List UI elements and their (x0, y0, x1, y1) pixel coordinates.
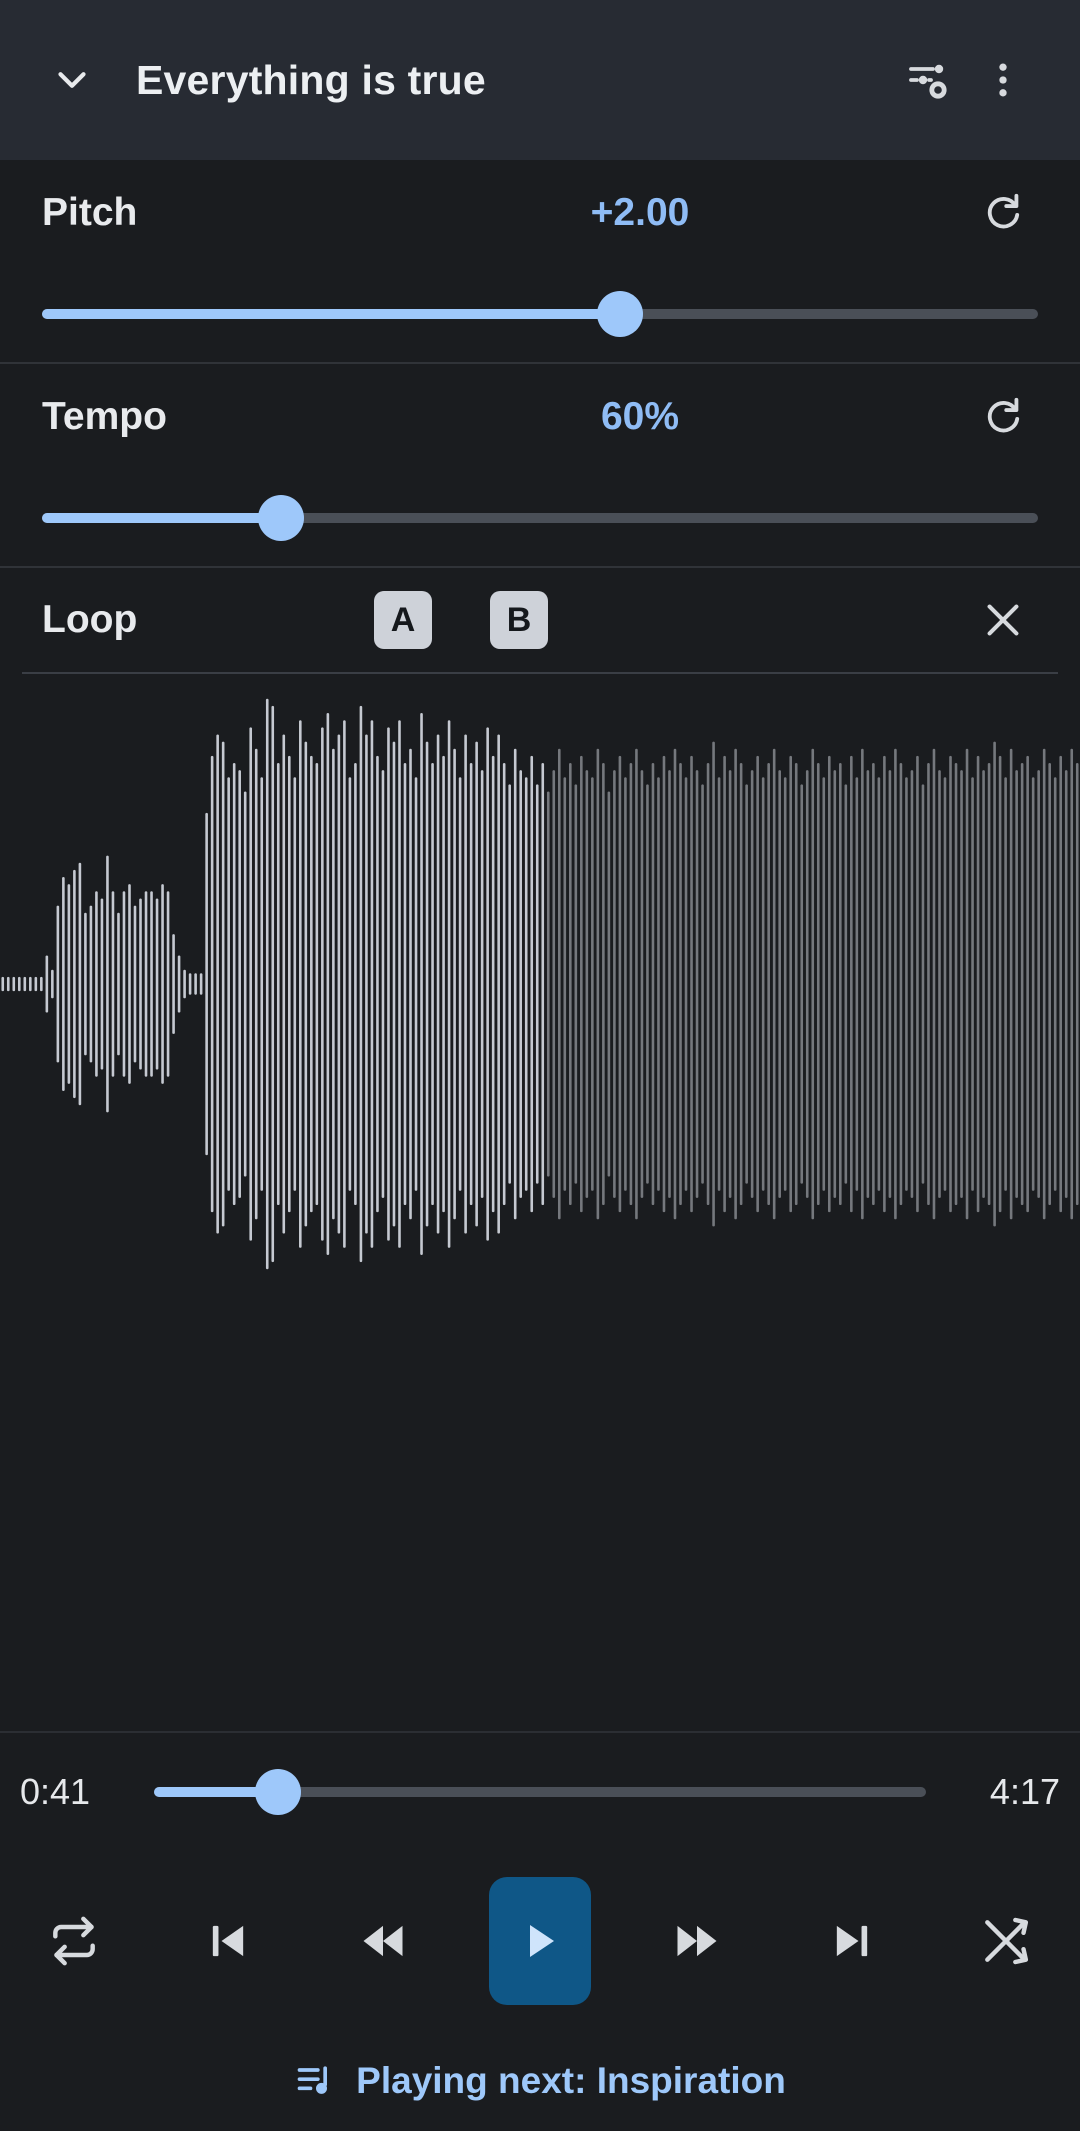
loop-marker-a-button[interactable]: A (374, 591, 432, 649)
player-header: Everything is true (0, 0, 1080, 160)
tempo-slider[interactable] (42, 470, 1038, 566)
tempo-label: Tempo (42, 395, 167, 438)
loop-markers: A B (332, 591, 968, 649)
page-title: Everything is true (136, 56, 486, 103)
progress-row: 0:41 4:17 (0, 1733, 1080, 1851)
tempo-row: Tempo 60% (0, 364, 1080, 470)
current-time: 0:41 (20, 1771, 91, 1812)
audio-waveform[interactable] (0, 674, 1080, 1294)
tempo-reset-icon[interactable] (968, 382, 1038, 452)
repeat-icon[interactable] (26, 1893, 122, 1989)
loop-label: Loop (42, 598, 138, 641)
chevron-down-icon[interactable] (40, 48, 104, 112)
seek-slider[interactable] (154, 1757, 926, 1827)
shuffle-icon[interactable] (958, 1893, 1054, 1989)
pitch-slider-fill (42, 309, 620, 319)
pitch-section: Pitch +2.00 (0, 160, 1080, 364)
tempo-value: 60% (600, 395, 680, 438)
play-icon (529, 1925, 554, 1957)
tempo-section: Tempo 60% (0, 364, 1080, 568)
playing-next-bar[interactable]: Playing next: Inspiration (0, 2031, 1080, 2131)
total-time: 4:17 (989, 1771, 1060, 1812)
skip-previous-icon[interactable] (180, 1893, 276, 1989)
fast-forward-icon[interactable] (649, 1893, 745, 1989)
more-vertical-icon[interactable] (966, 43, 1040, 117)
transport-controls (0, 1851, 1080, 2031)
loop-marker-b-button[interactable]: B (490, 591, 548, 649)
pitch-row: Pitch +2.00 (0, 160, 1080, 266)
audio-player-screen: Everything is true Pitch +2.00 Tempo 60%… (0, 0, 1080, 2131)
pitch-slider-thumb[interactable] (596, 291, 643, 337)
play-button[interactable] (488, 1877, 591, 2005)
seek-slider-thumb[interactable] (254, 1769, 301, 1815)
waveform-canvas (1, 698, 1079, 1270)
playing-next-label: Playing next: Inspiration (356, 2060, 786, 2101)
skip-next-icon[interactable] (804, 1893, 900, 1989)
pitch-slider[interactable] (42, 266, 1038, 362)
loop-section: Loop A B (0, 568, 1080, 674)
pitch-reset-icon[interactable] (968, 178, 1038, 248)
rewind-icon[interactable] (335, 1893, 431, 1989)
loop-row: Loop A B (0, 568, 1080, 672)
pitch-label: Pitch (42, 191, 138, 234)
tempo-slider-thumb[interactable] (258, 495, 305, 541)
queue-music-icon (297, 2066, 328, 2094)
pitch-value: +2.00 (590, 191, 690, 234)
tempo-slider-fill (42, 513, 282, 523)
close-icon[interactable] (968, 585, 1038, 655)
audio-settings-icon[interactable] (892, 43, 966, 117)
player-bottom-bar: 0:41 4:17 Playing next: Inspiration (0, 1731, 1080, 2131)
